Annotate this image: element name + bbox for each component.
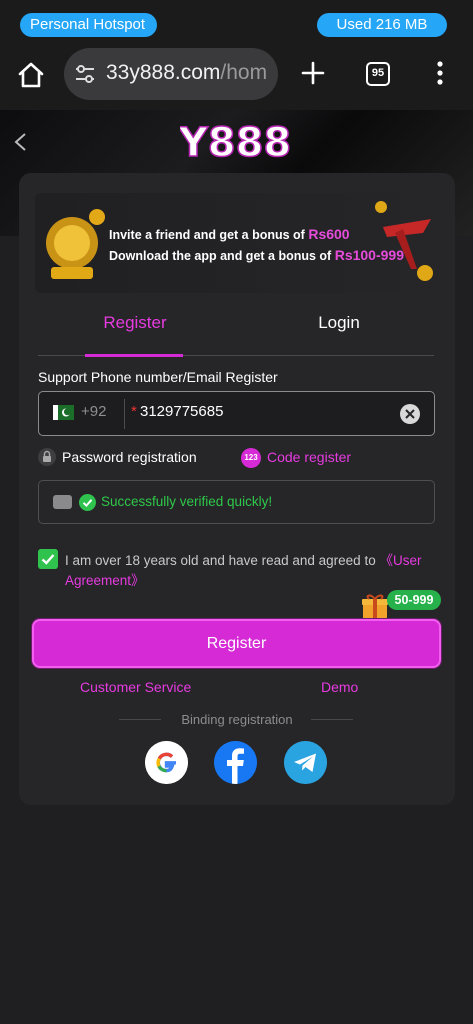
plane-icon (375, 201, 433, 281)
promo-banner[interactable]: Invite a friend and get a bonus of Rs600… (35, 193, 439, 293)
banner-download-line: Download the app and get a bonus of Rs10… (109, 247, 404, 263)
required-mark: * (131, 403, 137, 420)
google-icon[interactable] (145, 741, 188, 784)
facebook-icon[interactable] (214, 741, 257, 784)
register-card: Invite a friend and get a bonus of Rs600… (19, 173, 455, 805)
phone-number-value[interactable]: 3129775685 (140, 403, 223, 420)
new-tab-icon[interactable] (300, 60, 326, 86)
input-separator (124, 399, 125, 429)
code-badge-icon[interactable]: 123 (241, 448, 261, 468)
agreement-checkbox[interactable] (38, 549, 58, 569)
phone-input[interactable]: +92 * 3129775685 (38, 391, 435, 436)
verification-status: Successfully verified quickly! (101, 494, 273, 509)
address-bar[interactable]: 33y888.com/hom (64, 48, 278, 100)
pakistan-flag-icon[interactable] (53, 405, 74, 420)
banner-invite-line: Invite a friend and get a bonus of Rs600 (109, 226, 350, 242)
verified-check-icon (79, 494, 96, 511)
binding-registration-label: Binding registration (181, 712, 293, 727)
customer-service-link[interactable]: Customer Service (80, 679, 191, 695)
register-button[interactable]: Register (32, 619, 441, 668)
hotspot-pill[interactable]: Personal Hotspot (20, 13, 157, 37)
tab-switcher-icon[interactable]: 95 (366, 62, 390, 86)
verification-box[interactable]: Successfully verified quickly! (38, 480, 435, 524)
agreement-text: I am over 18 years old and have read and… (65, 553, 422, 588)
lion-trophy-icon (46, 209, 105, 279)
gift-icon (362, 594, 388, 619)
active-tab-indicator (85, 354, 183, 357)
back-arrow-icon[interactable] (12, 132, 30, 152)
browser-toolbar: 33y888.com/hom 95 (0, 44, 473, 110)
password-registration-link[interactable]: Password registration (62, 449, 197, 465)
captcha-dots-icon (53, 495, 72, 509)
code-register-link[interactable]: Code register (267, 449, 351, 465)
register-method-label: Support Phone number/Email Register (38, 369, 278, 385)
status-bar: Personal Hotspot Used 216 MB (0, 0, 473, 44)
tab-login[interactable]: Login (289, 313, 389, 333)
country-code[interactable]: +92 (81, 403, 106, 420)
data-usage-pill[interactable]: Used 216 MB (317, 13, 447, 37)
lock-icon[interactable] (38, 448, 56, 466)
clear-icon[interactable] (400, 404, 420, 424)
home-icon[interactable] (16, 60, 46, 90)
more-menu-icon[interactable] (432, 60, 448, 86)
binding-divider-right (311, 719, 353, 720)
tab-register[interactable]: Register (85, 313, 185, 333)
demo-link[interactable]: Demo (321, 679, 358, 695)
svg-text:Y888: Y888 (180, 120, 290, 166)
bonus-badge: 50-999 (387, 590, 441, 610)
telegram-icon[interactable] (284, 741, 327, 784)
y888-logo: Y888 (180, 119, 290, 166)
url-text: 33y888.com/hom (106, 61, 268, 84)
site-settings-icon[interactable] (74, 64, 96, 84)
